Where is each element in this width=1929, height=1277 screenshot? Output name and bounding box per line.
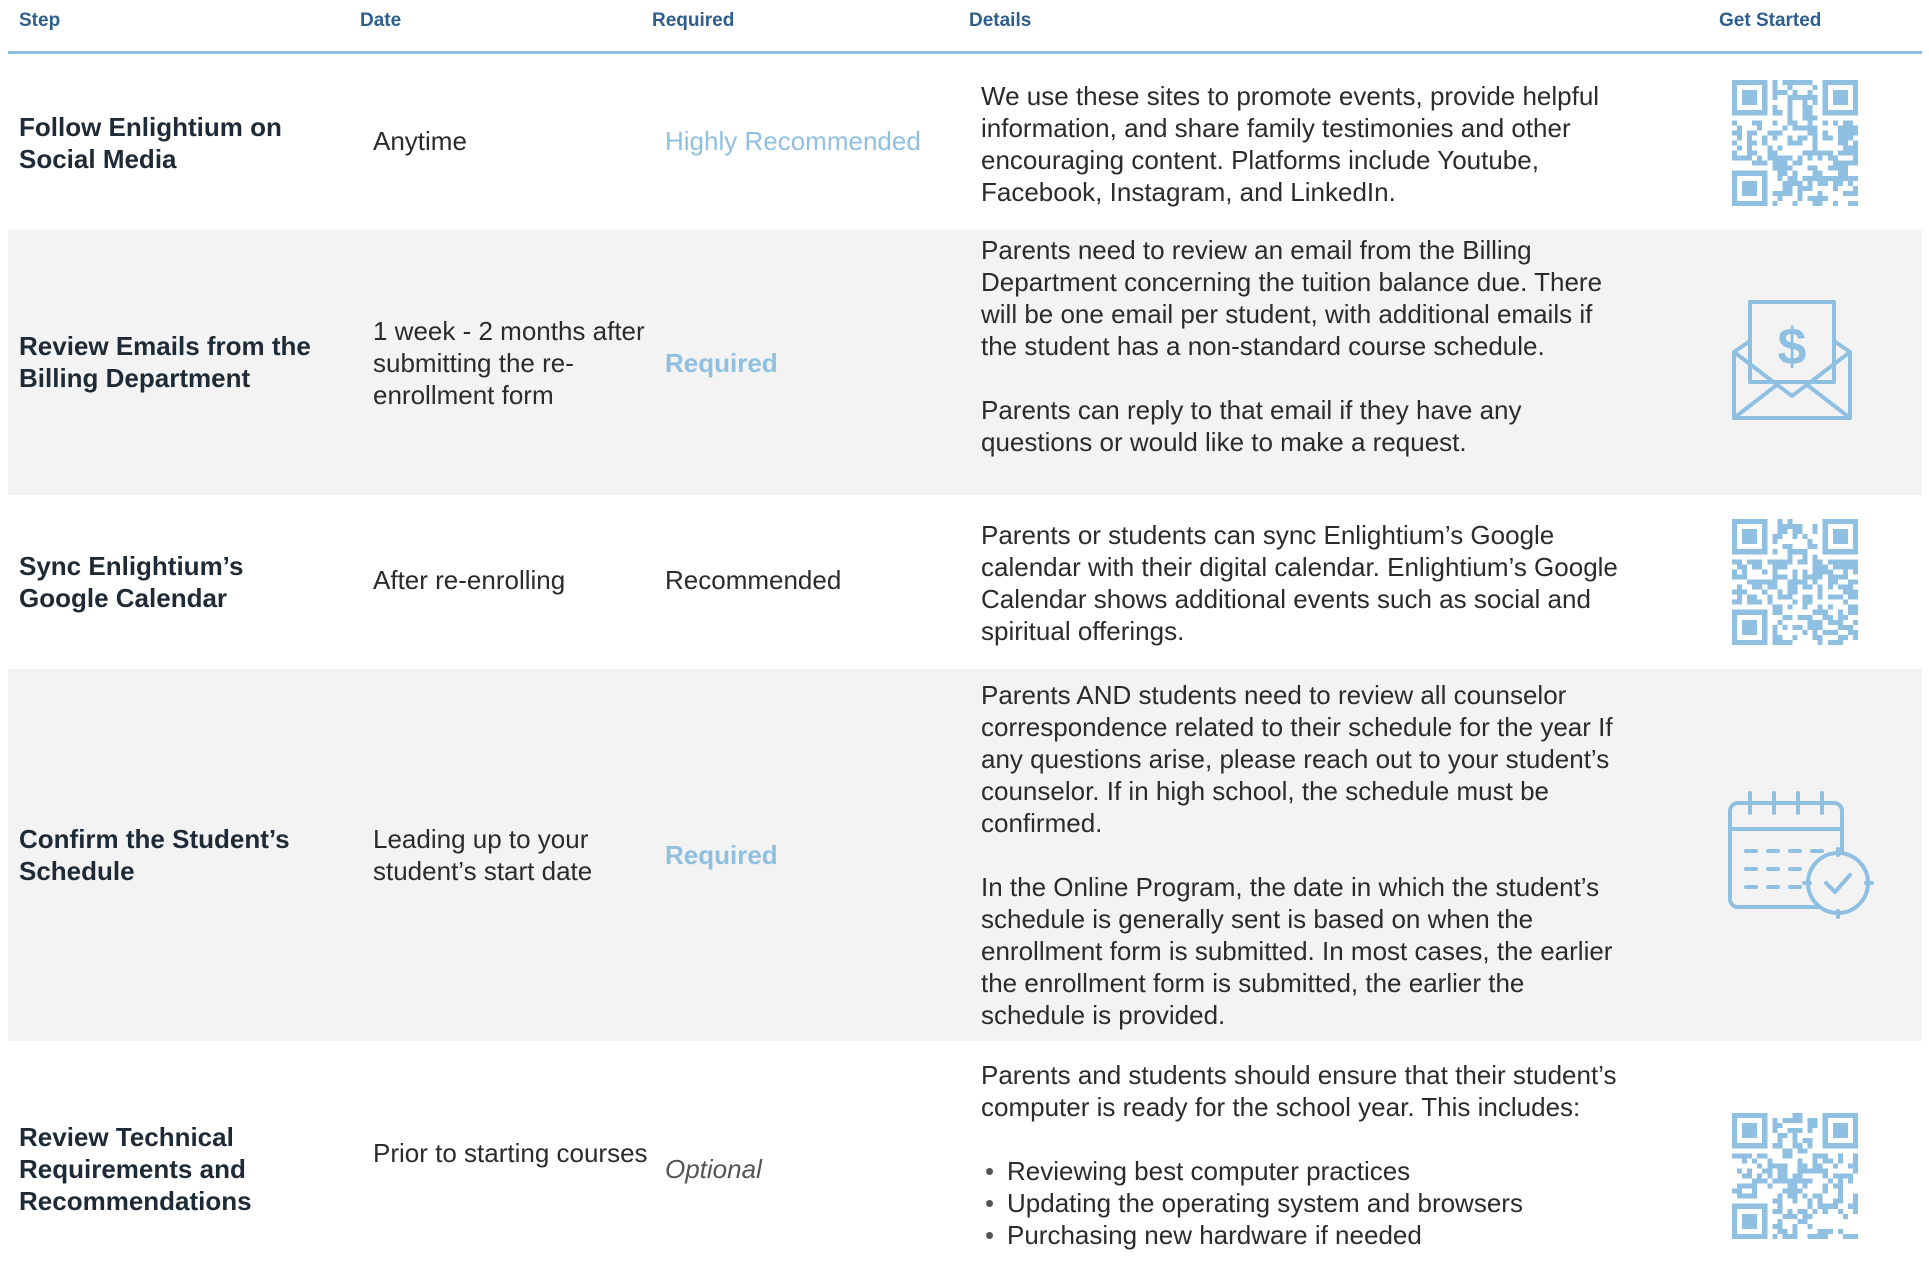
table-row: Sync Enlightium’s Google Calendar After … — [8, 495, 1922, 669]
details-paragraph: Parents or students can sync Enlightium’… — [981, 520, 1618, 646]
date-label: After re-enrolling — [373, 565, 566, 595]
date-label: Anytime — [373, 126, 467, 156]
svg-text:$: $ — [1778, 318, 1807, 376]
details-paragraph: Parents and students should ensure that … — [981, 1060, 1617, 1122]
details-text: Parents or students can sync Enlightium’… — [981, 519, 1621, 647]
calendar-check-icon — [1726, 789, 1876, 924]
step-label: Follow Enlightium on Social Media — [19, 112, 282, 174]
table-header: Step Date Required Details Get Started — [0, 0, 1929, 54]
envelope-dollar-icon: $ — [1730, 300, 1854, 427]
step-label: Review Technical Requirements and Recomm… — [19, 1122, 252, 1216]
details-text: We use these sites to promote events, pr… — [981, 80, 1621, 208]
table-row: Confirm the Student’s Schedule Leading u… — [8, 669, 1922, 1041]
header-step: Step — [19, 10, 61, 31]
required-label: Required — [665, 840, 778, 870]
table-row: Review Technical Requirements and Recomm… — [8, 1041, 1922, 1277]
details-text: Parents AND students need to review all … — [981, 679, 1621, 1031]
date-label: 1 week - 2 months after submitting the r… — [373, 316, 645, 410]
required-label: Optional — [665, 1154, 762, 1184]
qr-code-icon[interactable] — [1732, 80, 1858, 206]
details-text: Parents need to review an email from the… — [981, 234, 1621, 458]
list-item: Purchasing new hardware if needed — [985, 1219, 1621, 1251]
details-bullet-list: Reviewing best computer practices Updati… — [981, 1155, 1621, 1251]
required-label: Required — [665, 348, 778, 378]
required-label: Highly Recommended — [665, 126, 921, 156]
header-get-started: Get Started — [1719, 10, 1822, 31]
details-paragraph: We use these sites to promote events, pr… — [981, 81, 1600, 207]
details-paragraph: Parents AND students need to review all … — [981, 680, 1613, 838]
header-date: Date — [360, 10, 402, 31]
step-label: Review Emails from the Billing Departmen… — [19, 331, 311, 393]
date-label: Leading up to your student’s start date — [373, 824, 593, 886]
header-details: Details — [969, 10, 1032, 31]
qr-code-icon[interactable] — [1732, 1113, 1858, 1239]
details-paragraph: In the Online Program, the date in which… — [981, 872, 1613, 1030]
list-item: Updating the operating system and browse… — [985, 1187, 1621, 1219]
date-label: Prior to starting courses — [373, 1138, 648, 1168]
qr-code-icon[interactable] — [1732, 519, 1858, 645]
table-row: Review Emails from the Billing Departmen… — [8, 230, 1922, 495]
step-label: Confirm the Student’s Schedule — [19, 824, 290, 886]
required-label: Recommended — [665, 565, 842, 595]
details-paragraph: Parents can reply to that email if they … — [981, 395, 1522, 457]
step-label: Sync Enlightium’s Google Calendar — [19, 551, 244, 613]
details-paragraph: Parents need to review an email from the… — [981, 235, 1603, 361]
table-row: Follow Enlightium on Social Media Anytim… — [8, 54, 1922, 230]
details-text: Parents and students should ensure that … — [981, 1059, 1621, 1251]
header-required: Required — [652, 10, 735, 31]
list-item: Reviewing best computer practices — [985, 1155, 1621, 1187]
